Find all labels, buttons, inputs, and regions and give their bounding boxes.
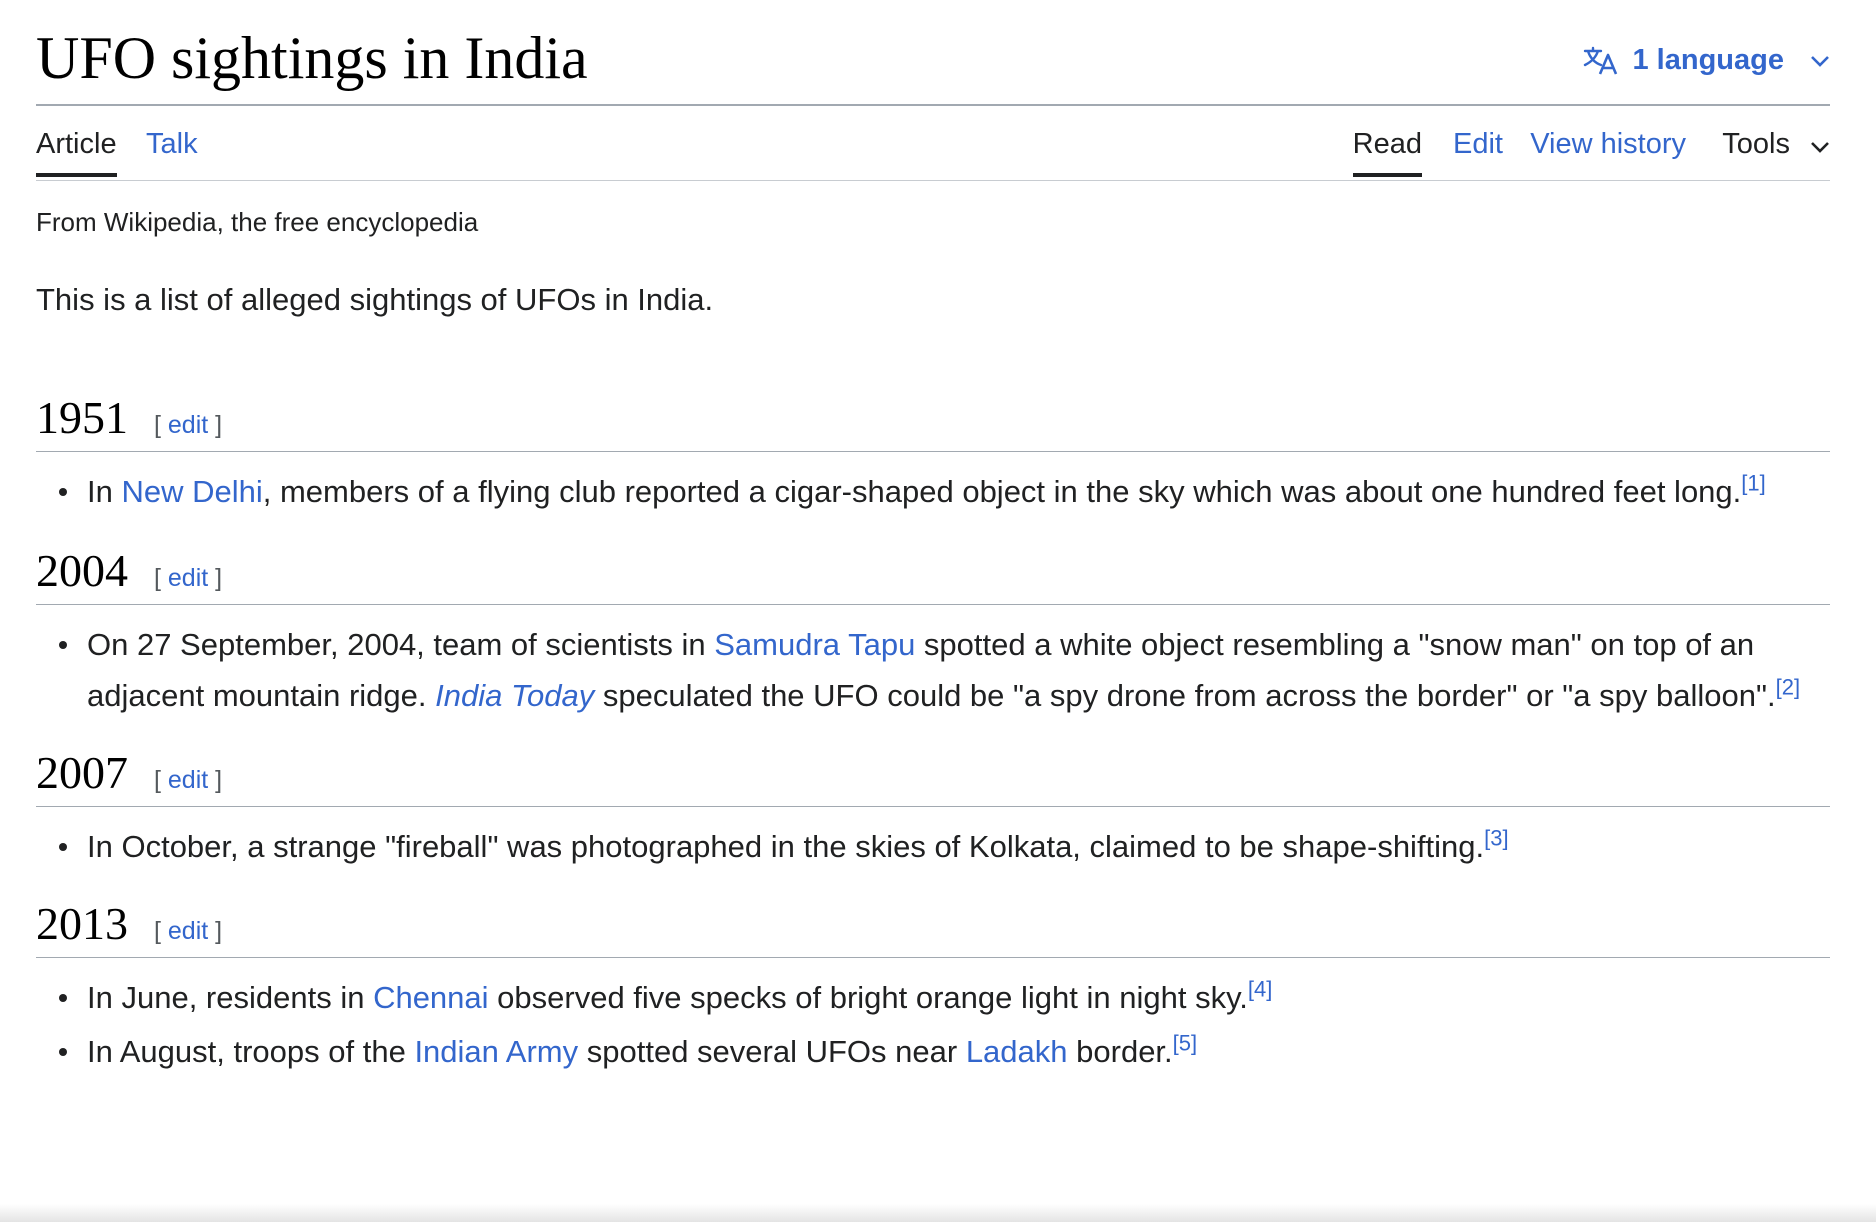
reference-link[interactable]: [2]: [1776, 675, 1800, 700]
reference-link[interactable]: [3]: [1484, 826, 1508, 851]
tab-read[interactable]: Read: [1352, 130, 1422, 177]
list-item: In August, troops of the Indian Army spo…: [59, 1026, 1830, 1077]
section-title: 1951: [36, 391, 128, 443]
tools-menu[interactable]: Tools: [1722, 130, 1830, 177]
reference-link[interactable]: [1]: [1741, 470, 1765, 495]
list-item: In June, residents in Chennai observed f…: [59, 972, 1830, 1023]
list-item: On 27 September, 2004, team of scientist…: [59, 619, 1830, 721]
tab-article[interactable]: Article: [36, 130, 117, 177]
link-ladakh[interactable]: Ladakh: [966, 1034, 1068, 1069]
reference-link[interactable]: [5]: [1173, 1031, 1197, 1056]
edit-link[interactable]: edit: [168, 564, 208, 592]
section-title: 2013: [36, 898, 128, 950]
tab-edit[interactable]: Edit: [1453, 130, 1503, 177]
article-page: UFO sightings in India 1 language Articl…: [36, 0, 1830, 1077]
reference-link[interactable]: [4]: [1248, 977, 1272, 1002]
tab-view-history[interactable]: View history: [1530, 130, 1686, 177]
page-title: UFO sightings in India: [36, 25, 588, 91]
page-tabs: Article Talk Read Edit View history Tool…: [36, 106, 1830, 181]
sightings-list-2007: In October, a strange "fireball" was pho…: [36, 821, 1830, 872]
link-india-today[interactable]: India Today: [435, 678, 594, 713]
sightings-list-2013: In June, residents in Chennai observed f…: [36, 972, 1830, 1077]
language-button[interactable]: 1 language: [1583, 44, 1831, 77]
section-title: 2004: [36, 544, 128, 596]
edit-link[interactable]: edit: [168, 766, 208, 794]
language-button-label: 1 language: [1632, 44, 1785, 76]
link-new-delhi[interactable]: New Delhi: [121, 474, 262, 509]
tools-menu-label: Tools: [1722, 128, 1790, 160]
link-samudra-tapu[interactable]: Samudra Tapu: [714, 627, 915, 662]
intro-paragraph: This is a list of alleged sightings of U…: [36, 282, 714, 318]
edit-link[interactable]: edit: [168, 411, 208, 439]
scroll-fade: [0, 1204, 1876, 1222]
link-chennai[interactable]: Chennai: [373, 980, 488, 1015]
sightings-list-1951: In New Delhi, members of a flying club r…: [36, 466, 1830, 517]
title-bar: UFO sightings in India 1 language: [36, 0, 1830, 106]
edit-link[interactable]: edit: [168, 917, 208, 945]
tab-talk[interactable]: Talk: [146, 130, 198, 177]
section-title: 2007: [36, 746, 128, 798]
chevron-down-icon: [1810, 130, 1830, 159]
link-indian-army[interactable]: Indian Army: [414, 1034, 578, 1069]
list-item: In October, a strange "fireball" was pho…: [59, 821, 1830, 872]
section-edit-link: [ edit ]: [154, 917, 223, 946]
site-tagline: From Wikipedia, the free encyclopedia: [36, 207, 479, 237]
section-edit-link: [ edit ]: [154, 765, 223, 794]
section-heading-2004: 2004 [ edit ]: [36, 543, 1830, 605]
section-heading-2007: 2007 [ edit ]: [36, 745, 1830, 808]
section-edit-link: [ edit ]: [154, 410, 223, 439]
section-heading-1951: 1951 [ edit ]: [36, 390, 1830, 452]
translate-icon: [1583, 46, 1619, 76]
sightings-list-2004: On 27 September, 2004, team of scientist…: [36, 619, 1830, 721]
section-edit-link: [ edit ]: [154, 563, 223, 592]
section-heading-2013: 2013 [ edit ]: [36, 896, 1830, 959]
list-item: In New Delhi, members of a flying club r…: [59, 466, 1830, 517]
chevron-down-icon: [1810, 55, 1830, 67]
